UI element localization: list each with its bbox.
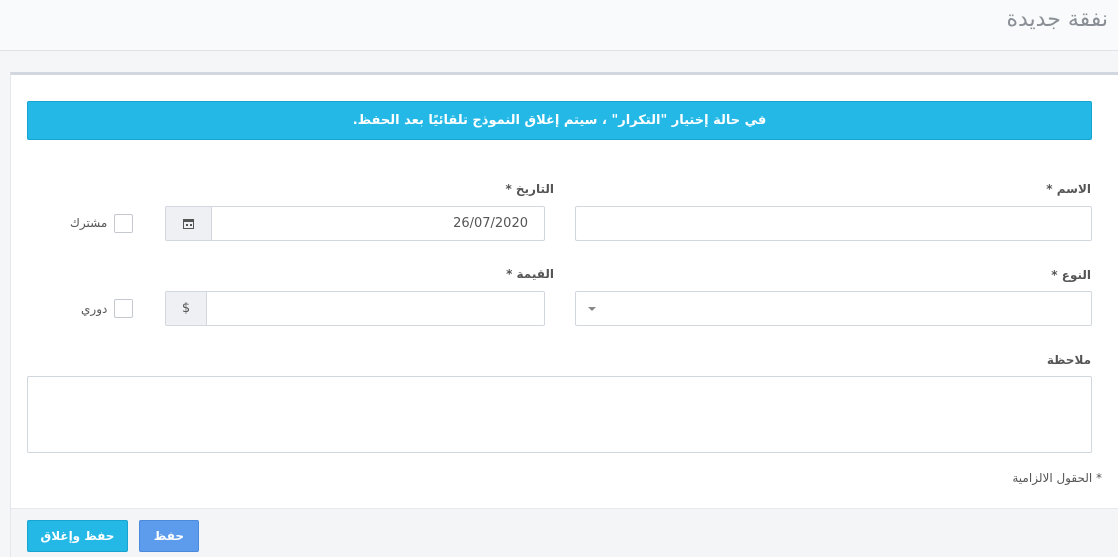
type-select[interactable]: [575, 291, 1092, 326]
chevron-down-icon: [588, 307, 596, 311]
save-button[interactable]: حفظ: [139, 520, 199, 552]
calendar-icon: [183, 218, 194, 229]
shared-checkbox[interactable]: [114, 214, 133, 233]
save-and-close-button[interactable]: حفظ وإغلاق: [27, 520, 128, 552]
required-fields-note: * الحقول الالزامية: [1012, 471, 1102, 485]
note-label: ملاحظة: [1046, 353, 1091, 367]
recurring-label: دوري: [81, 302, 108, 316]
type-label: النوع *: [1051, 268, 1091, 282]
form-footer: حفظ وإغلاق حفظ: [11, 508, 1118, 557]
date-value: 26/07/2020: [453, 216, 528, 231]
amount-label: القيمة *: [506, 267, 554, 281]
date-addon[interactable]: [166, 207, 212, 240]
shared-label: مشترك: [70, 216, 108, 230]
name-label: الاسم *: [1046, 182, 1091, 196]
recurring-checkbox[interactable]: [114, 299, 133, 318]
note-textarea[interactable]: [27, 376, 1092, 453]
page-header: نفقة جديدة: [0, 0, 1118, 51]
page-title: نفقة جديدة: [1006, 7, 1108, 32]
info-alert: في حالة إختيار "التكرار" ، سيتم إغلاق ال…: [27, 101, 1092, 140]
name-input[interactable]: [575, 206, 1092, 241]
date-input[interactable]: 26/07/2020: [165, 206, 545, 241]
date-label: التاريخ *: [505, 182, 554, 196]
currency-addon: $: [166, 292, 207, 325]
amount-input[interactable]: $: [165, 291, 545, 326]
expense-form-card: في حالة إختيار "التكرار" ، سيتم إغلاق ال…: [10, 72, 1118, 557]
